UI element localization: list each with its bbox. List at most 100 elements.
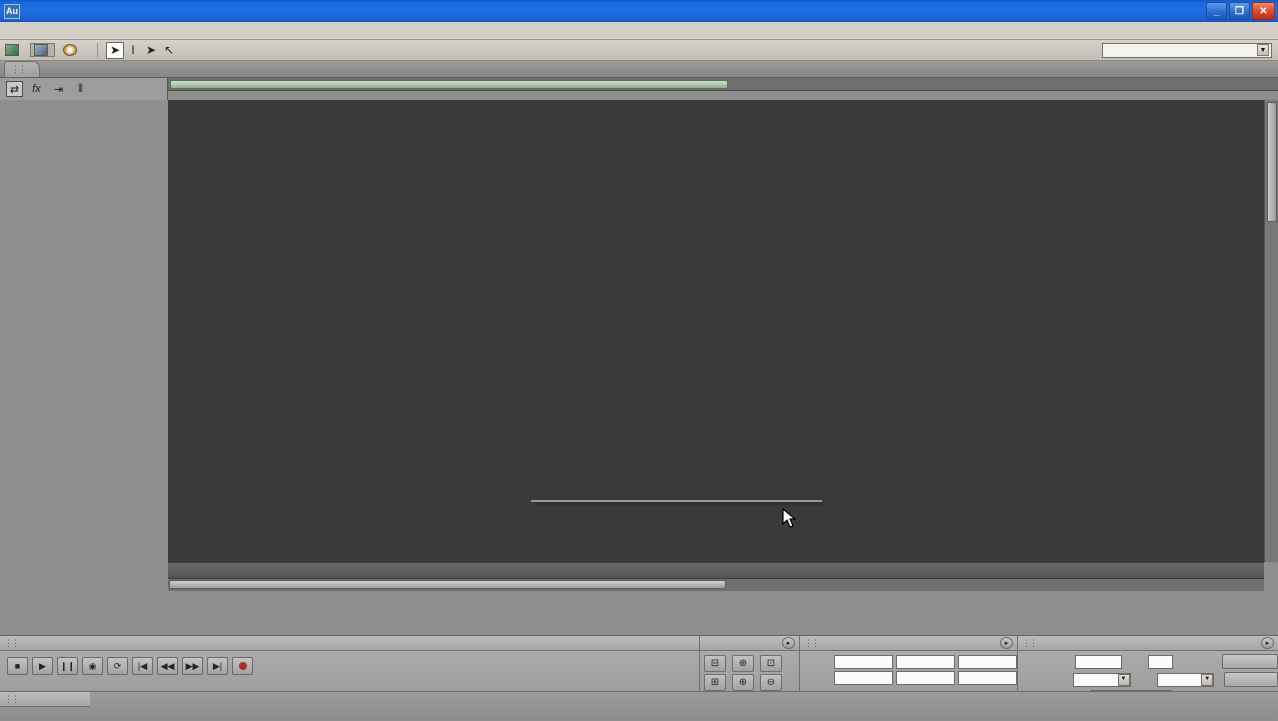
main-multitrack-panel: ⋮⋮ ⇄ fx ⇥ ⦀ xyxy=(0,61,1278,635)
chevron-down-icon: ▼ xyxy=(1118,674,1130,686)
fast-forward-button[interactable]: ▶▶ xyxy=(182,657,203,675)
panel-options-icon[interactable]: ▸ xyxy=(782,637,795,649)
hybrid-tool-icon[interactable]: ➤ xyxy=(142,42,160,59)
rewind-button[interactable]: ◀◀ xyxy=(157,657,178,675)
bottom-panel-dock: ⋮⋮ ■ ▶ ❙❙ ◉ ⟳ |◀ ◀◀ ▶▶ ▶| ▸ ⊟ ⊕ ⊡ ⊞ xyxy=(0,635,1278,720)
time-signature-combo[interactable]: ▼ xyxy=(1157,673,1215,687)
session-properties-panel: ⋮⋮ ▸ ▼ ▼ xyxy=(1018,636,1278,691)
lasso-tool-icon[interactable]: ↖ xyxy=(160,42,178,59)
drag-grip-icon: ⋮⋮ xyxy=(4,638,18,649)
multitrack-view-icon xyxy=(34,44,48,56)
drag-grip-icon: ⋮⋮ xyxy=(1022,638,1036,649)
window-titlebar: Au _ ❐ ✕ xyxy=(0,0,1278,22)
minimize-button[interactable]: _ xyxy=(1206,2,1227,20)
selection-end-field[interactable] xyxy=(896,655,955,669)
scroll-thumb-bottom[interactable] xyxy=(169,580,726,589)
pause-button[interactable]: ❙❙ xyxy=(57,657,78,675)
menu-window[interactable] xyxy=(102,30,116,32)
effects-icon[interactable]: fx xyxy=(28,81,45,97)
track-headers-column xyxy=(0,100,168,562)
multitrack-view-button[interactable] xyxy=(31,44,54,56)
zoom-to-selection-icon[interactable]: ⊞ xyxy=(704,674,726,691)
zoom-panel: ▸ ⊟ ⊕ ⊡ ⊞ ⊕ ⊖ xyxy=(700,636,800,691)
panel-options-icon[interactable]: ▸ xyxy=(1261,637,1274,649)
view-length-field[interactable] xyxy=(958,671,1017,685)
track-canvas[interactable] xyxy=(168,100,1264,562)
loop-button[interactable]: ⟳ xyxy=(107,657,128,675)
sends-icon[interactable]: ⇥ xyxy=(50,81,67,97)
transport-panel: ⋮⋮ ■ ▶ ❙❙ ◉ ⟳ |◀ ◀◀ ▶▶ ▶| xyxy=(0,636,700,691)
selection-view-grid xyxy=(800,651,1017,685)
vertical-scroll-thumb[interactable] xyxy=(1267,102,1277,222)
cd-view-button[interactable] xyxy=(63,44,80,56)
key-row: ▼ ▼ xyxy=(1020,672,1278,687)
view-end-field[interactable] xyxy=(896,671,955,685)
scroll-thumb[interactable] xyxy=(170,80,728,89)
edit-view-icon xyxy=(5,44,19,56)
stop-button[interactable]: ■ xyxy=(7,657,28,675)
zoom-in-vertical-icon[interactable]: ⊕ xyxy=(732,674,754,691)
selection-length-field[interactable] xyxy=(958,655,1017,669)
window-controls: _ ❐ ✕ xyxy=(1206,2,1275,20)
tempo-input[interactable] xyxy=(1075,655,1121,669)
menu-clip[interactable] xyxy=(32,30,46,32)
levels-tab[interactable]: ⋮⋮ xyxy=(0,692,90,707)
selection-begin-field[interactable] xyxy=(834,655,893,669)
menu-insert[interactable] xyxy=(60,30,74,32)
zoom-out-vertical-icon[interactable]: ⊖ xyxy=(760,674,782,691)
key-combo[interactable]: ▼ xyxy=(1073,673,1131,687)
menu-edit[interactable] xyxy=(18,30,32,32)
main-tabstrip: ⋮⋮ xyxy=(0,61,1278,78)
zoom-full-icon[interactable]: ⊡ xyxy=(760,655,782,672)
levels-panel: ⋮⋮ xyxy=(0,691,1278,721)
zoom-out-horizontal-icon[interactable]: ⊕ xyxy=(732,655,754,672)
go-to-beginning-button[interactable]: |◀ xyxy=(132,657,153,675)
drag-grip-icon: ⋮⋮ xyxy=(4,694,18,705)
play-from-cursor-button[interactable]: ◉ xyxy=(82,657,103,675)
horizontal-scrollbar-bottom[interactable] xyxy=(168,579,1264,591)
transport-tab[interactable]: ⋮⋮ xyxy=(0,636,699,651)
menu-file[interactable] xyxy=(4,30,18,32)
vertical-scrollbar[interactable] xyxy=(1264,100,1278,562)
beats-per-bar-input[interactable] xyxy=(1148,655,1173,669)
menu-options[interactable] xyxy=(88,30,102,32)
workspace-combo[interactable]: ▼ xyxy=(1102,43,1272,58)
inputs-outputs-icon[interactable]: ⇄ xyxy=(6,81,23,97)
zoom-tab[interactable]: ▸ xyxy=(700,636,799,651)
move-tool-icon[interactable]: ➤ xyxy=(106,42,124,59)
tempo-row xyxy=(1020,654,1278,669)
panel-options-icon[interactable]: ▸ xyxy=(1000,637,1013,649)
selection-row xyxy=(802,655,1017,669)
tab-main[interactable]: ⋮⋮ xyxy=(4,61,40,77)
timeline-ruler[interactable] xyxy=(168,562,1264,579)
horizontal-scrollbar-top[interactable] xyxy=(168,78,1278,91)
zoom-in-horizontal-icon[interactable]: ⊟ xyxy=(704,655,726,672)
edit-view-button[interactable] xyxy=(5,44,22,56)
context-menu[interactable] xyxy=(531,500,708,502)
selection-view-tab[interactable]: ⋮⋮ ▸ xyxy=(800,636,1017,651)
record-button[interactable] xyxy=(232,657,253,675)
advanced-button[interactable] xyxy=(1222,654,1278,669)
close-button[interactable]: ✕ xyxy=(1252,2,1275,20)
session-properties-tab[interactable]: ⋮⋮ ▸ xyxy=(1018,636,1278,651)
play-button[interactable]: ▶ xyxy=(32,657,53,675)
insert-submenu[interactable] xyxy=(707,500,822,502)
time-select-tool-icon[interactable]: I xyxy=(124,42,142,59)
menu-bar xyxy=(0,22,1278,40)
eq-icon[interactable]: ⦀ xyxy=(72,81,89,97)
zoom-buttons: ⊟ ⊕ ⊡ ⊞ ⊕ ⊖ xyxy=(700,651,799,691)
menu-effects[interactable] xyxy=(74,30,88,32)
go-to-end-button[interactable]: ▶| xyxy=(207,657,228,675)
maximize-button[interactable]: ❐ xyxy=(1229,2,1250,20)
main-toolbar: ➤ I ➤ ↖ ▼ xyxy=(0,40,1278,61)
track-controls-toolbar: ⇄ fx ⇥ ⦀ xyxy=(0,78,168,100)
toolbar-separator xyxy=(97,43,98,58)
metronome-button[interactable] xyxy=(1224,672,1278,687)
cd-view-icon xyxy=(63,44,77,56)
app-icon: Au xyxy=(4,4,20,19)
view-begin-field[interactable] xyxy=(834,671,893,685)
menu-help[interactable] xyxy=(116,30,130,32)
chevron-down-icon: ▼ xyxy=(1257,44,1269,56)
menu-view[interactable] xyxy=(46,30,60,32)
workspace-selector: ▼ xyxy=(1098,43,1272,58)
